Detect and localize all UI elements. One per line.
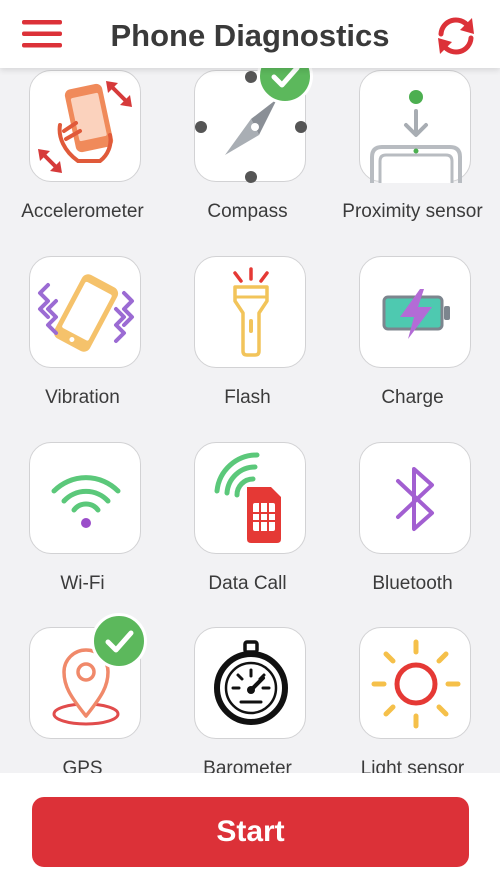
test-tile-wifi[interactable]: Wi-Fi (0, 432, 165, 617)
sim-signal-icon (214, 452, 281, 543)
test-button-light-sensor[interactable] (359, 627, 471, 739)
test-label: Wi-Fi (60, 573, 105, 594)
test-label: Charge (381, 387, 444, 408)
test-tile-flash[interactable]: Flash (165, 246, 330, 431)
sun-icon (371, 639, 461, 729)
test-button-proximity-sensor[interactable] (359, 70, 471, 183)
test-tile-gps[interactable]: GPS (0, 613, 165, 775)
test-label: Proximity sensor (342, 201, 483, 222)
test-button-charge[interactable] (359, 256, 471, 368)
test-label: Vibration (45, 387, 120, 408)
wifi-icon (51, 475, 121, 528)
test-tile-bluetooth[interactable]: Bluetooth (330, 432, 495, 617)
test-label: Data Call (208, 573, 287, 594)
test-label: Flash (224, 387, 271, 408)
flashlight-icon (233, 267, 269, 357)
test-label: Accelerometer (21, 201, 144, 222)
accelerometer-icon (38, 81, 132, 173)
test-button-barometer[interactable] (194, 627, 306, 739)
test-button-vibration[interactable] (29, 256, 141, 368)
test-tile-vibration[interactable]: Vibration (0, 246, 165, 431)
test-tile-barometer[interactable]: Barometer (165, 617, 330, 775)
test-tile-compass[interactable]: Compass (165, 60, 330, 245)
footer-bar: Start (0, 773, 500, 889)
test-button-accelerometer[interactable] (29, 70, 141, 182)
test-tile-data-call[interactable]: Data Call (165, 432, 330, 617)
refresh-button[interactable] (434, 14, 478, 58)
test-button-flash[interactable] (194, 256, 306, 368)
barometer-icon (214, 640, 288, 725)
battery-charge-icon (382, 289, 450, 339)
checkmark-icon (105, 630, 134, 653)
bluetooth-icon (396, 467, 434, 531)
test-tile-proximity-sensor[interactable]: Proximity sensor (330, 60, 495, 245)
test-grid: Accelerometer Compass Proximity sensor V… (0, 60, 500, 775)
test-tile-accelerometer[interactable]: Accelerometer (0, 60, 165, 245)
page-title: Phone Diagnostics (110, 18, 390, 53)
test-button-bluetooth[interactable] (359, 442, 471, 554)
test-label: Compass (207, 201, 288, 222)
vibration-icon (38, 274, 134, 352)
test-tile-charge[interactable]: Charge (330, 246, 495, 431)
refresh-icon (438, 17, 474, 55)
proximity-sensor-icon (370, 90, 462, 183)
test-button-wifi[interactable] (29, 442, 141, 554)
start-button[interactable]: Start (32, 797, 469, 867)
app-header: Phone Diagnostics (0, 0, 500, 68)
test-label: Bluetooth (372, 573, 453, 594)
passed-check-badge (91, 613, 147, 669)
test-button-data-call[interactable] (194, 442, 306, 554)
test-tile-light-sensor[interactable]: Light sensor (330, 617, 495, 775)
